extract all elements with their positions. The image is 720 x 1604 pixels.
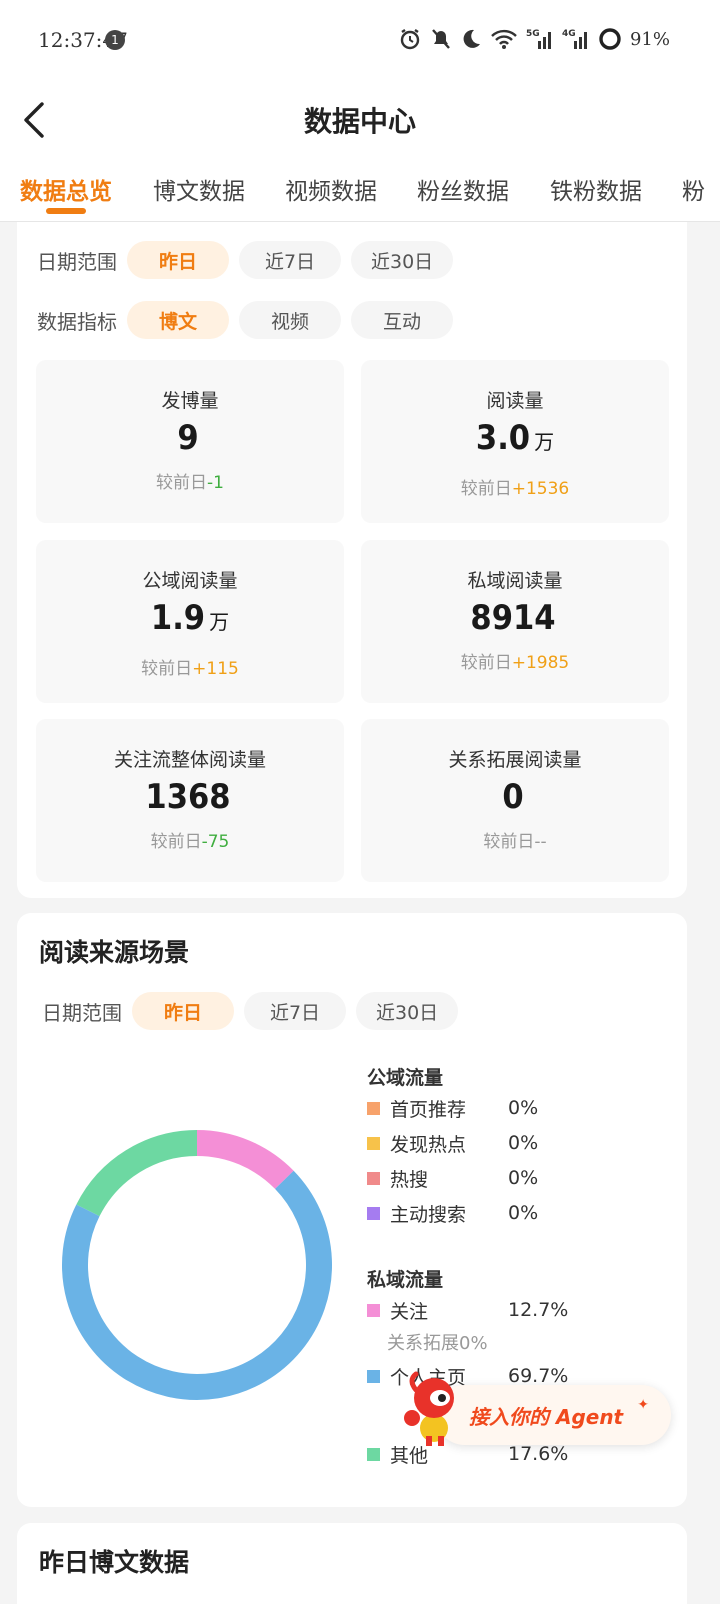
legend-swatch — [367, 1101, 380, 1115]
stat-compare: 较前日+115 — [141, 659, 239, 679]
date-range-filter: 日期范围 昨日 近7日 近30日 — [37, 240, 463, 280]
status-bar: 12:37:47 1 5G 4G 91% — [0, 0, 720, 80]
legend-swatch — [367, 1136, 380, 1150]
status-icons: 5G 4G 91% — [398, 26, 670, 52]
stat-label: 公域阅读量 — [142, 570, 238, 592]
tab-fans-data[interactable]: 粉丝数据 — [417, 172, 509, 206]
signal-4g-icon: 4G — [562, 29, 587, 49]
stat-post-count[interactable]: 发博量 9 较前日-1 — [36, 360, 344, 523]
bell-muted-icon — [432, 29, 450, 49]
stat-compare: 较前日+1536 — [460, 479, 570, 499]
donut-slice-关注 — [196, 1130, 294, 1190]
stat-value: 9 — [177, 418, 199, 458]
date-option-7days[interactable]: 近7日 — [239, 241, 341, 279]
stat-private-read[interactable]: 私域阅读量 8914 较前日+1985 — [361, 540, 669, 703]
legend-item: 热搜 0% — [367, 1165, 538, 1191]
page-title: 数据中心 — [303, 105, 416, 138]
agent-badge-text: 接入你的 Agent — [469, 1405, 624, 1429]
post-data-card: 昨日博文数据 — [17, 1523, 687, 1604]
signal-5g-icon: 5G — [526, 29, 551, 49]
stat-compare: 较前日-1 — [156, 473, 224, 493]
tab-post-data[interactable]: 博文数据 — [153, 172, 245, 206]
tab-overview[interactable]: 数据总览 — [20, 172, 112, 206]
tab-active-indicator — [46, 208, 86, 214]
source-date-filter: 日期范围 昨日 近7日 近30日 — [42, 991, 468, 1031]
header: 数据中心 — [0, 80, 720, 158]
stat-value: 0 — [502, 777, 524, 817]
stat-label: 关注流整体阅读量 — [113, 749, 266, 771]
alarm-icon — [400, 29, 420, 50]
data-center-page: 12:37:47 1 5G 4G 91% 数据中心 数据总览 博文数据 视频数据… — [0, 0, 720, 1604]
section-title: 阅读来源场景 — [39, 938, 190, 967]
stat-value: 1368 — [145, 777, 231, 817]
stat-public-read[interactable]: 公域阅读量 1.9 万 较前日+115 — [36, 540, 344, 703]
stat-follow-feed-read[interactable]: 关注流整体阅读量 1368 较前日-75 — [36, 719, 344, 882]
metric-filter: 数据指标 博文 视频 互动 — [37, 300, 463, 340]
legend-swatch — [367, 1369, 380, 1383]
stat-label: 发博量 — [161, 390, 219, 412]
svg-text:5G: 5G — [526, 29, 540, 39]
stat-label: 阅读量 — [486, 390, 544, 412]
tab-bar: 数据总览 博文数据 视频数据 粉丝数据 铁粉数据 粉 — [0, 158, 720, 222]
metric-option-post[interactable]: 博文 — [127, 301, 229, 339]
donut-slice-其他 — [76, 1130, 198, 1217]
legend-swatch — [367, 1303, 380, 1317]
date-option-yesterday[interactable]: 昨日 — [127, 241, 229, 279]
legend-swatch — [367, 1447, 380, 1461]
metric-option-video[interactable]: 视频 — [239, 301, 341, 339]
battery-icon — [599, 28, 621, 50]
tab-more[interactable]: 粉 — [682, 172, 705, 206]
sparkle-icon: ✦ — [637, 1397, 649, 1413]
relation-expand-note: 关系拓展0% — [387, 1333, 488, 1354]
stat-value: 8914 — [470, 598, 556, 638]
stat-relation-expand-read[interactable]: 关系拓展阅读量 0 较前日-- — [361, 719, 669, 882]
stat-compare: 较前日-- — [483, 832, 547, 852]
date-range-label: 日期范围 — [42, 1000, 122, 1025]
legend-swatch — [367, 1171, 380, 1185]
date-option-7days[interactable]: 近7日 — [244, 992, 346, 1030]
overview-card: 日期范围 昨日 近7日 近30日 数据指标 博文 视频 互动 发博量 9 较前日… — [17, 222, 687, 898]
date-option-yesterday[interactable]: 昨日 — [132, 992, 234, 1030]
metric-option-interaction[interactable]: 互动 — [351, 301, 453, 339]
private-traffic-title: 私域流量 — [367, 1269, 444, 1291]
stat-read-count[interactable]: 阅读量 3.0 万 较前日+1536 — [361, 360, 669, 523]
read-source-donut-chart — [62, 1130, 332, 1400]
battery-level: 91% — [629, 28, 670, 50]
stat-compare: 较前日+1985 — [460, 653, 570, 673]
public-traffic-title: 公域流量 — [367, 1067, 444, 1089]
stat-value: 3.0 万 — [475, 418, 555, 458]
stat-label: 私域阅读量 — [467, 570, 563, 592]
wifi-icon — [491, 29, 517, 49]
date-option-30days[interactable]: 近30日 — [356, 992, 459, 1030]
stat-label: 关系拓展阅读量 — [448, 749, 582, 771]
stat-value: 1.9 万 — [150, 598, 230, 638]
svg-text:4G: 4G — [562, 29, 576, 39]
date-range-label: 日期范围 — [37, 249, 117, 274]
legend-item: 首页推荐 0% — [367, 1095, 538, 1121]
stat-compare: 较前日-75 — [150, 832, 230, 852]
legend-item: 主动搜索 0% — [367, 1200, 538, 1226]
date-option-30days[interactable]: 近30日 — [351, 241, 454, 279]
donut-slice-个人主页 — [62, 1170, 332, 1400]
mascot-icon[interactable] — [392, 1368, 472, 1448]
legend-swatch — [367, 1206, 380, 1220]
section-title: 昨日博文数据 — [39, 1548, 190, 1577]
legend-item: 关注 12.7% — [367, 1297, 568, 1323]
moon-icon — [463, 29, 480, 48]
legend-item: 发现热点 0% — [367, 1130, 538, 1156]
metric-label: 数据指标 — [37, 309, 117, 334]
tab-iron-fans-data[interactable]: 铁粉数据 — [550, 172, 642, 206]
notification-badge: 1 — [105, 30, 125, 50]
tab-video-data[interactable]: 视频数据 — [285, 172, 377, 206]
